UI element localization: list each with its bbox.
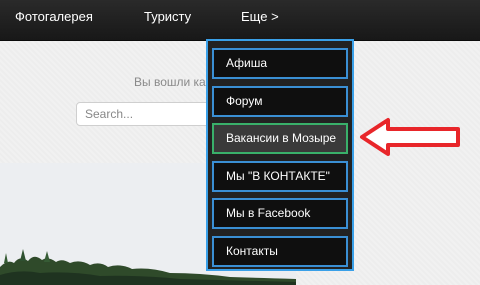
- arrow-left-icon: [360, 118, 460, 156]
- nav-item-photogallery[interactable]: Фотогалерея: [15, 0, 93, 34]
- nav-item-more[interactable]: Еще >: [241, 0, 279, 34]
- more-dropdown-menu: Афиша Форум Вакансии в Мозыре Мы "В КОНТ…: [206, 39, 354, 271]
- menu-item-vkontakte[interactable]: Мы "В КОНТАКТЕ": [212, 161, 348, 192]
- top-navigation: Фотогалерея Туристу Еще >: [0, 0, 480, 41]
- menu-item-afisha[interactable]: Афиша: [212, 48, 348, 79]
- login-status-text: Вы вошли ка: [134, 75, 206, 89]
- nav-item-tourist[interactable]: Туристу: [144, 0, 191, 34]
- menu-item-contacts[interactable]: Контакты: [212, 236, 348, 267]
- menu-item-facebook[interactable]: Мы в Facebook: [212, 198, 348, 229]
- search-input[interactable]: [76, 102, 216, 126]
- menu-item-vacancies[interactable]: Вакансии в Мозыре: [212, 123, 348, 154]
- menu-item-forum[interactable]: Форум: [212, 86, 348, 117]
